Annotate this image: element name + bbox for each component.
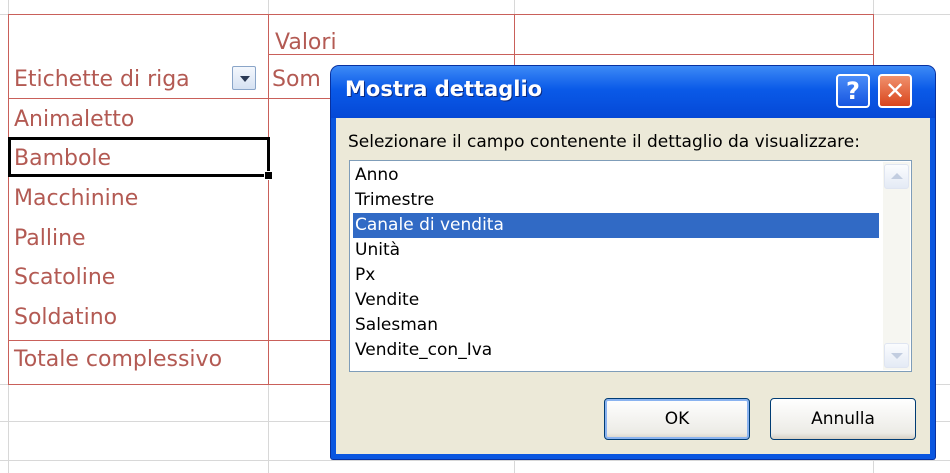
chevron-down-icon — [891, 353, 903, 359]
field-list-item[interactable]: Unità — [353, 238, 879, 263]
dialog-titlebar[interactable]: Mostra dettaglio ? ✕ — [331, 66, 935, 118]
active-cell-border — [8, 137, 270, 177]
pivot-border — [8, 14, 874, 15]
field-listbox[interactable]: Anno Trimestre Canale di vendita Unità P… — [349, 160, 912, 372]
gridline — [0, 460, 950, 461]
chevron-down-icon — [240, 76, 250, 82]
field-list-item[interactable]: Trimestre — [353, 188, 879, 213]
listbox-scrollbar[interactable] — [883, 162, 910, 370]
field-list-item[interactable]: Anno — [353, 163, 879, 188]
pivot-header-values[interactable]: Valori — [275, 30, 337, 56]
pivot-row-label[interactable]: Soldatino — [14, 305, 117, 331]
cancel-button[interactable]: Annulla — [770, 398, 916, 440]
ok-button[interactable]: OK — [604, 398, 750, 440]
field-list-item[interactable]: Vendite — [353, 288, 879, 313]
pivot-row-label[interactable]: Palline — [14, 226, 86, 252]
pivot-row-label[interactable]: Macchinine — [14, 186, 138, 212]
pivot-border — [8, 14, 9, 385]
pivot-border — [268, 54, 874, 55]
fill-handle[interactable] — [264, 171, 273, 180]
close-icon: ✕ — [884, 77, 906, 105]
field-list-item[interactable]: Salesman — [353, 313, 879, 338]
close-button[interactable]: ✕ — [878, 74, 912, 108]
show-detail-dialog: Mostra dettaglio ? ✕ Selezionare il camp… — [331, 66, 935, 459]
pivot-row-label[interactable]: Scatoline — [14, 265, 115, 291]
help-icon: ? — [846, 77, 860, 105]
field-list-item-selected[interactable]: Canale di vendita — [353, 213, 879, 238]
chevron-up-icon — [891, 173, 903, 179]
scroll-up-button[interactable] — [884, 164, 909, 189]
pivot-grand-total-label[interactable]: Totale complessivo — [14, 347, 222, 373]
pivot-row-label[interactable]: Animaletto — [14, 107, 134, 133]
field-list-item[interactable]: Vendite_con_Iva — [353, 338, 879, 363]
dialog-prompt: Selezionare il campo contenente il detta… — [348, 132, 860, 152]
field-list-item[interactable]: Px — [353, 263, 879, 288]
pivot-border — [268, 14, 269, 385]
dialog-body: Selezionare il campo contenente il detta… — [336, 118, 930, 454]
pivot-header-sum[interactable]: Som — [272, 67, 321, 93]
scroll-down-button[interactable] — [884, 343, 909, 368]
pivot-header-row-labels[interactable]: Etichette di riga — [14, 67, 190, 93]
filter-dropdown-button[interactable] — [232, 66, 256, 90]
dialog-title: Mostra dettaglio — [345, 77, 543, 101]
help-button[interactable]: ? — [836, 74, 870, 108]
